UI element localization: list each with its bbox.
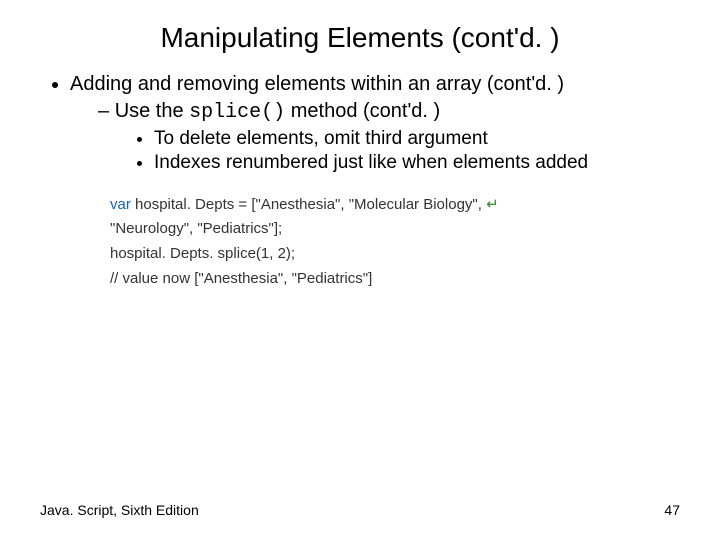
bullet-list-l1: Adding and removing elements within an a…	[40, 72, 680, 175]
page-number: 47	[664, 502, 680, 518]
code-line-4: // value now ["Anesthesia", "Pediatrics"…	[110, 267, 680, 292]
bullet-l2-code: splice()	[189, 101, 285, 124]
bullet-list-l2: Use the splice() method (cont'd. ) To de…	[70, 99, 680, 175]
code-line-2: "Neurology", "Pediatrics"];	[110, 217, 680, 242]
bullet-list-l3: To delete elements, omit third argument …	[98, 127, 680, 175]
bullet-l2-item: Use the splice() method (cont'd. ) To de…	[98, 99, 680, 175]
code-line-1: var hospital. Depts = ["Anesthesia", "Mo…	[110, 193, 680, 218]
code-block: var hospital. Depts = ["Anesthesia", "Mo…	[110, 193, 680, 292]
code-line1-rest: hospital. Depts = ["Anesthesia", "Molecu…	[131, 196, 486, 213]
bullet-l1-text: Adding and removing elements within an a…	[70, 73, 564, 95]
bullet-l2-pre: Use the	[115, 100, 189, 122]
bullet-l2-post: method (cont'd. )	[285, 100, 440, 122]
bullet-l3a: To delete elements, omit third argument	[154, 127, 680, 151]
slide-body: Adding and removing elements within an a…	[0, 72, 720, 292]
code-keyword: var	[110, 196, 131, 213]
code-line-3: hospital. Depts. splice(1, 2);	[110, 242, 680, 267]
slide: Manipulating Elements (cont'd. ) Adding …	[0, 0, 720, 540]
return-arrow-icon: ↵	[486, 196, 499, 213]
bullet-l3b: Indexes renumbered just like when elemen…	[154, 151, 680, 175]
footer-left: Java. Script, Sixth Edition	[40, 502, 199, 518]
slide-title: Manipulating Elements (cont'd. )	[0, 0, 720, 72]
bullet-l1-item: Adding and removing elements within an a…	[70, 72, 680, 175]
